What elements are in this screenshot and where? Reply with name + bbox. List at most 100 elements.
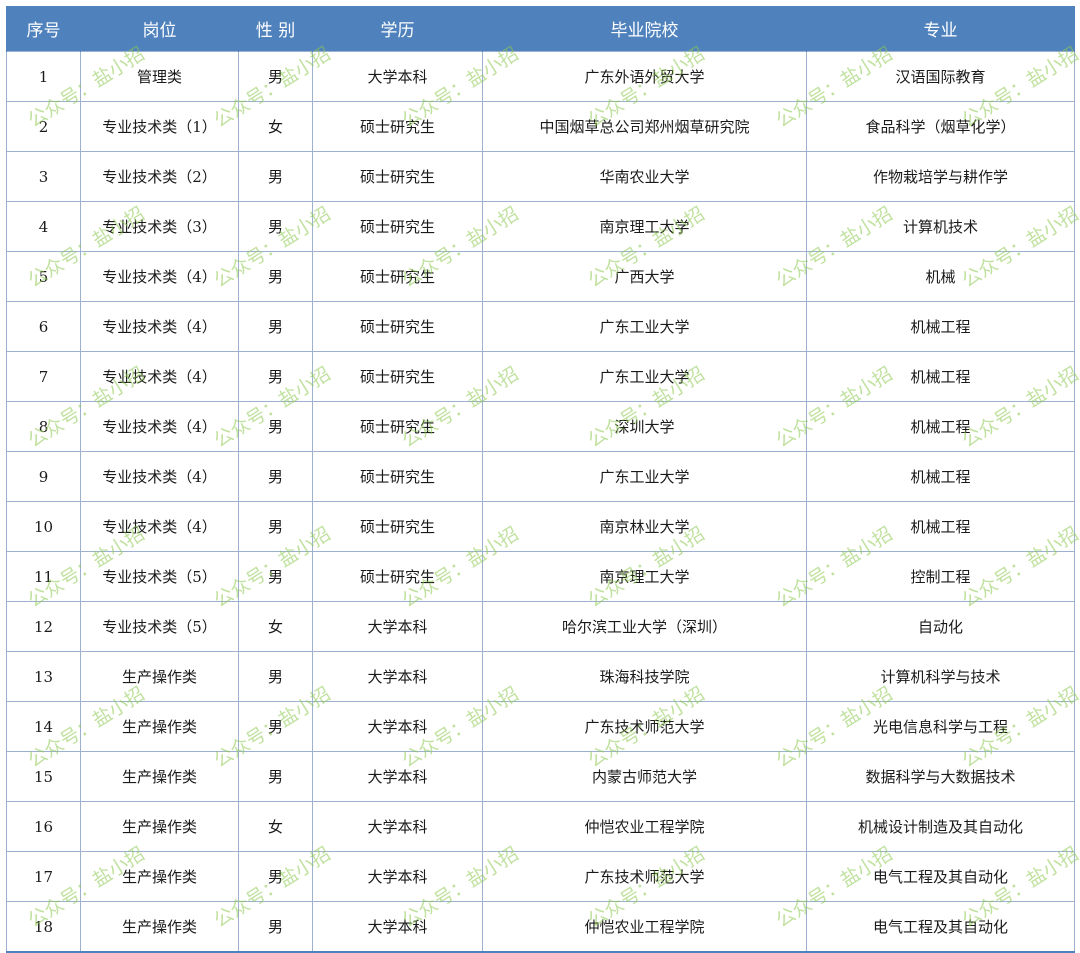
cell-position: 生产操作类: [80, 651, 239, 702]
cell-school: 广东工业大学: [482, 351, 807, 402]
cell-position: 专业技术类（2）: [80, 151, 239, 202]
header-position: 岗位: [80, 6, 239, 52]
cell-gender: 女: [238, 601, 313, 652]
table-body: 1 管理类男大学本科 广东外语外贸大学 汉语国际教育 2 专业技术类（1）女硕士研究生 中国…: [6, 51, 1075, 953]
cell-major: 作物栽培学与耕作学: [806, 151, 1075, 202]
cell-position: 生产操作类: [80, 801, 239, 852]
cell-gender: 男: [238, 451, 313, 502]
cell-school: 广东技术师范大学: [482, 701, 807, 752]
cell-major: 食品科学（烟草化学）: [806, 101, 1075, 152]
table-row: 12 专业技术类（5）女大学本科 哈尔滨工业大学（深圳） 自动化: [6, 601, 1075, 652]
cell-major: 电气工程及其自动化: [806, 851, 1075, 902]
cell-index: 5: [6, 251, 81, 302]
cell-major: 数据科学与大数据技术: [806, 751, 1075, 802]
table-row: 3 专业技术类（2）男硕士研究生 华南农业大学 作物栽培学与耕作学: [6, 151, 1075, 202]
cell-major: 机械工程: [806, 301, 1075, 352]
cell-position: 生产操作类: [80, 851, 239, 902]
results-table: 序号 岗位 性 别 学历 毕业院校 专业 1 管理类男大学本科 广东外语外贸大学 汉语…: [6, 6, 1075, 953]
cell-gender: 男: [238, 201, 313, 252]
cell-education: 大学本科: [312, 701, 483, 752]
cell-index: 4: [6, 201, 81, 252]
header-education: 学历: [312, 6, 483, 52]
cell-education: 大学本科: [312, 51, 483, 102]
cell-major: 控制工程: [806, 551, 1075, 602]
table-row: 8 专业技术类（4）男硕士研究生 深圳大学 机械工程: [6, 401, 1075, 452]
cell-education: 硕士研究生: [312, 301, 483, 352]
cell-education: 硕士研究生: [312, 551, 483, 602]
cell-school: 广东外语外贸大学: [482, 51, 807, 102]
cell-major: 汉语国际教育: [806, 51, 1075, 102]
cell-school: 广西大学: [482, 251, 807, 302]
cell-gender: 男: [238, 701, 313, 752]
cell-index: 6: [6, 301, 81, 352]
table-row: 7 专业技术类（4）男硕士研究生 广东工业大学 机械工程: [6, 351, 1075, 402]
cell-gender: 男: [238, 251, 313, 302]
cell-gender: 男: [238, 901, 313, 953]
cell-school: 南京理工大学: [482, 201, 807, 252]
cell-position: 生产操作类: [80, 751, 239, 802]
cell-position: 专业技术类（3）: [80, 201, 239, 252]
cell-education: 大学本科: [312, 601, 483, 652]
cell-gender: 男: [238, 351, 313, 402]
table-row: 1 管理类男大学本科 广东外语外贸大学 汉语国际教育: [6, 51, 1075, 102]
cell-index: 15: [6, 751, 81, 802]
cell-index: 10: [6, 501, 81, 552]
cell-education: 硕士研究生: [312, 201, 483, 252]
cell-education: 大学本科: [312, 901, 483, 953]
table-row: 16 生产操作类女大学本科 仲恺农业工程学院 机械设计制造及其自动化: [6, 801, 1075, 852]
cell-index: 1: [6, 51, 81, 102]
cell-gender: 男: [238, 501, 313, 552]
cell-position: 专业技术类（4）: [80, 401, 239, 452]
cell-index: 14: [6, 701, 81, 752]
cell-index: 17: [6, 851, 81, 902]
cell-gender: 女: [238, 801, 313, 852]
cell-major: 机械工程: [806, 451, 1075, 502]
header-major: 专业: [806, 6, 1075, 52]
cell-position: 专业技术类（4）: [80, 301, 239, 352]
table-row: 11 专业技术类（5）男硕士研究生 南京理工大学 控制工程: [6, 551, 1075, 602]
cell-index: 16: [6, 801, 81, 852]
cell-position: 生产操作类: [80, 901, 239, 953]
cell-index: 9: [6, 451, 81, 502]
cell-major: 机械工程: [806, 501, 1075, 552]
cell-major: 光电信息科学与工程: [806, 701, 1075, 752]
cell-education: 硕士研究生: [312, 151, 483, 202]
cell-gender: 男: [238, 651, 313, 702]
cell-index: 13: [6, 651, 81, 702]
cell-gender: 男: [238, 51, 313, 102]
table-row: 5 专业技术类（4）男硕士研究生 广西大学 机械: [6, 251, 1075, 302]
cell-major: 机械工程: [806, 351, 1075, 402]
cell-position: 专业技术类（1）: [80, 101, 239, 152]
cell-education: 硕士研究生: [312, 251, 483, 302]
cell-education: 硕士研究生: [312, 501, 483, 552]
cell-position: 专业技术类（5）: [80, 551, 239, 602]
table-row: 9 专业技术类（4）男硕士研究生 广东工业大学 机械工程: [6, 451, 1075, 502]
table-row: 15 生产操作类男大学本科 内蒙古师范大学 数据科学与大数据技术: [6, 751, 1075, 802]
table-row: 2 专业技术类（1）女硕士研究生 中国烟草总公司郑州烟草研究院 食品科学（烟草化学）: [6, 101, 1075, 152]
cell-gender: 男: [238, 401, 313, 452]
cell-position: 专业技术类（4）: [80, 251, 239, 302]
cell-index: 8: [6, 401, 81, 452]
cell-major: 机械工程: [806, 401, 1075, 452]
cell-education: 大学本科: [312, 801, 483, 852]
cell-major: 计算机科学与技术: [806, 651, 1075, 702]
cell-education: 硕士研究生: [312, 101, 483, 152]
cell-major: 机械设计制造及其自动化: [806, 801, 1075, 852]
cell-school: 广东工业大学: [482, 301, 807, 352]
cell-education: 大学本科: [312, 651, 483, 702]
cell-education: 硕士研究生: [312, 351, 483, 402]
cell-position: 专业技术类（4）: [80, 451, 239, 502]
cell-index: 12: [6, 601, 81, 652]
cell-gender: 男: [238, 851, 313, 902]
table-row: 10 专业技术类（4）男硕士研究生 南京林业大学 机械工程: [6, 501, 1075, 552]
cell-school: 中国烟草总公司郑州烟草研究院: [482, 101, 807, 152]
cell-school: 仲恺农业工程学院: [482, 801, 807, 852]
table-row: 18 生产操作类男大学本科 仲恺农业工程学院 电气工程及其自动化: [6, 901, 1075, 953]
cell-school: 珠海科技学院: [482, 651, 807, 702]
cell-school: 仲恺农业工程学院: [482, 901, 807, 953]
cell-school: 华南农业大学: [482, 151, 807, 202]
cell-school: 广东技术师范大学: [482, 851, 807, 902]
table-row: 17 生产操作类男大学本科 广东技术师范大学 电气工程及其自动化: [6, 851, 1075, 902]
cell-major: 自动化: [806, 601, 1075, 652]
table-header-row: 序号 岗位 性 别 学历 毕业院校 专业: [6, 6, 1075, 52]
